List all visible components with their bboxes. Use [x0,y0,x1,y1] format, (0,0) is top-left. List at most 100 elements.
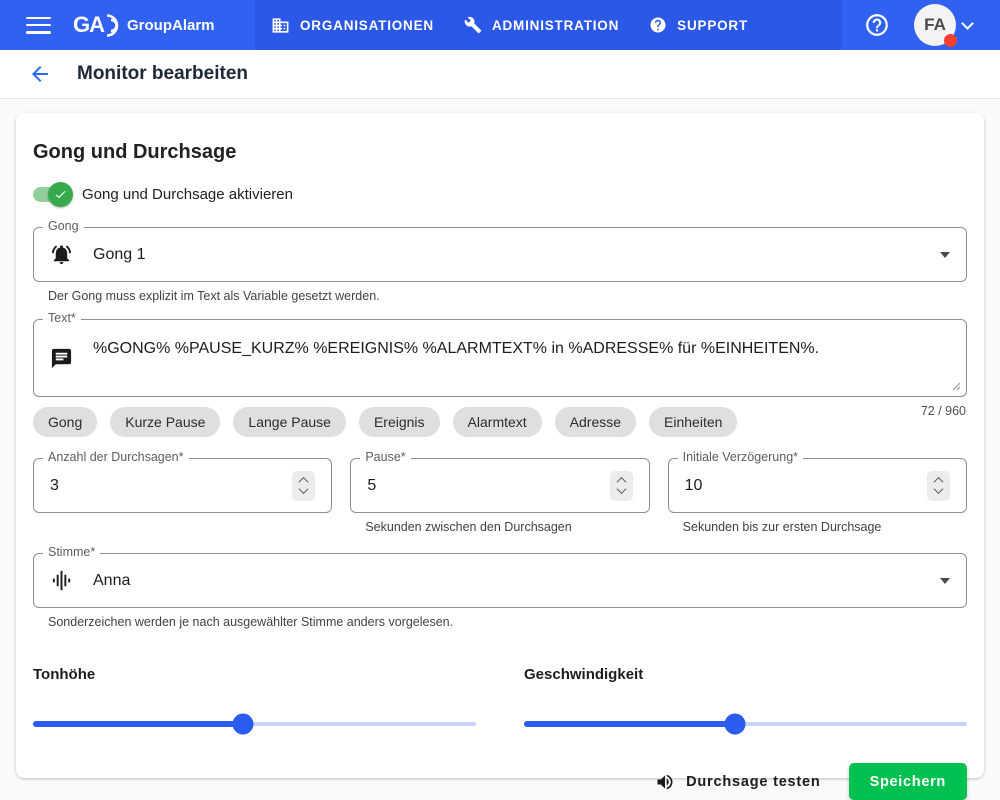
page-header: Monitor bearbeiten [0,50,1000,99]
gong-select-value: Gong 1 [93,246,145,264]
chip-kurze-pause[interactable]: Kurze Pause [110,407,220,437]
pitch-label: Tonhöhe [33,666,476,683]
text-field-label: Text* [43,311,81,325]
bell-icon [50,243,73,266]
speed-slider-thumb[interactable] [724,714,745,735]
number-fields-row: Anzahl der Durchsagen* Pause* [33,458,967,534]
initial-delay-stepper[interactable] [927,471,950,501]
pitch-slider[interactable] [33,714,476,734]
logo-monogram: GA [73,12,104,38]
nav-item-support[interactable]: SUPPORT [649,16,748,34]
resize-handle-icon[interactable] [952,382,961,391]
speed-label: Geschwindigkeit [524,666,967,683]
pause-input[interactable] [367,477,553,495]
gong-durchsage-card: Gong und Durchsage Gong und Durchsage ak… [16,113,984,778]
wrench-icon [464,16,482,34]
avatar-initials: FA [924,15,946,35]
topbar-nav-section: ORGANISATIONEN ADMINISTRATION SUPPORT [255,0,842,50]
voice-select-value: Anna [93,572,130,590]
text-input[interactable]: Text* %GONG% %PAUSE_KURZ% %EREIGNIS% %AL… [33,319,967,397]
pause-field[interactable]: Pause* [350,458,649,513]
variable-chips-row: Gong Kurze Pause Lange Pause Ereignis Al… [33,407,967,437]
initial-delay-helper-text: Sekunden bis zur ersten Durchsage [683,520,967,534]
voice-field-label: Stimme* [43,545,100,559]
voice-select[interactable]: Stimme* Anna [33,553,967,608]
hamburger-menu-icon[interactable] [26,17,51,34]
toggle-thumb [48,182,73,207]
activate-toggle[interactable] [33,187,70,202]
logo-arcs-icon [105,12,120,39]
voice-helper-text: Sonderzeichen werden je nach ausgewählte… [48,615,967,629]
stepper-down-icon [934,484,944,494]
hamburger-bar [26,24,51,27]
page-title: Monitor bearbeiten [77,63,248,85]
announcements-field[interactable]: Anzahl der Durchsagen* [33,458,332,513]
speaker-icon [655,772,675,792]
sliders-row: Tonhöhe Geschwindigkeit [33,666,967,734]
test-button-label: Durchsage testen [686,774,820,790]
announcements-input[interactable] [50,477,236,495]
pitch-slider-thumb[interactable] [233,714,254,735]
pitch-col: Tonhöhe [33,666,476,734]
page: GA GroupAlarm ORGANISATIONEN ADMINISTRAT [0,0,1000,792]
pitch-slider-fill [33,721,243,727]
check-icon [54,188,67,201]
announcements-stepper[interactable] [292,471,315,501]
pause-label: Pause* [360,450,410,464]
nav-label: SUPPORT [677,18,748,33]
initial-delay-input[interactable] [685,477,871,495]
hamburger-bar [26,17,51,20]
message-icon [50,347,73,370]
topbar-user-section: FA [842,0,1000,50]
speed-slider[interactable] [524,714,967,734]
nav-item-administration[interactable]: ADMINISTRATION [464,16,619,34]
announcements-col: Anzahl der Durchsagen* [33,458,332,534]
gong-field-wrap: Gong Gong 1 Der Gong muss explizit im Te… [33,227,967,303]
gong-field-label: Gong [43,219,84,233]
back-arrow-icon[interactable] [28,62,52,86]
notification-dot [944,34,957,47]
user-menu[interactable]: FA [914,4,972,46]
chip-ereignis[interactable]: Ereignis [359,407,440,437]
initial-delay-col: Initiale Verzögerung* Sekunden bis zur e… [668,458,967,534]
gong-helper-text: Der Gong muss explizit im Text als Varia… [48,289,967,303]
speed-col: Geschwindigkeit [524,666,967,734]
test-announcement-button[interactable]: Durchsage testen [655,772,820,792]
dropdown-arrow-icon [940,252,950,258]
text-field-wrap: Text* %GONG% %PAUSE_KURZ% %EREIGNIS% %AL… [33,319,967,397]
pause-col: Pause* Sekunden zwischen den Durchsagen [350,458,649,534]
stepper-down-icon [616,484,626,494]
speed-slider-fill [524,721,735,727]
top-navigation-bar: GA GroupAlarm ORGANISATIONEN ADMINISTRAT [0,0,1000,50]
character-counter: 72 / 960 [921,404,966,418]
help-outline-icon[interactable] [864,12,890,38]
groupalarm-logo[interactable]: GA GroupAlarm [73,12,215,39]
pause-stepper[interactable] [610,471,633,501]
nav-label: ADMINISTRATION [492,18,619,33]
building-icon [271,16,290,35]
hamburger-bar [26,31,51,34]
initial-delay-field[interactable]: Initiale Verzögerung* [668,458,967,513]
section-title: Gong und Durchsage [33,141,967,164]
chevron-down-icon [961,17,974,30]
activate-toggle-row: Gong und Durchsage aktivieren [33,186,967,203]
chip-einheiten[interactable]: Einheiten [649,407,737,437]
logo-name: GroupAlarm [127,17,215,34]
stepper-down-icon [299,484,309,494]
help-filled-icon [649,16,667,34]
dropdown-arrow-icon [940,578,950,584]
announcements-label: Anzahl der Durchsagen* [43,450,189,464]
chip-lange-pause[interactable]: Lange Pause [233,407,346,437]
chip-alarmtext[interactable]: Alarmtext [453,407,542,437]
gong-select[interactable]: Gong Gong 1 [33,227,967,282]
nav-item-organisationen[interactable]: ORGANISATIONEN [271,16,434,35]
initial-delay-label: Initiale Verzögerung* [678,450,803,464]
pause-helper-text: Sekunden zwischen den Durchsagen [365,520,649,534]
activate-toggle-label: Gong und Durchsage aktivieren [82,186,293,203]
text-input-value: %GONG% %PAUSE_KURZ% %EREIGNIS% %ALARMTEX… [93,338,849,360]
card-actions: Durchsage testen Speichern [33,763,967,800]
voice-waveform-icon [50,569,73,592]
chip-gong[interactable]: Gong [33,407,97,437]
chip-adresse[interactable]: Adresse [555,407,636,437]
save-button[interactable]: Speichern [849,763,967,800]
